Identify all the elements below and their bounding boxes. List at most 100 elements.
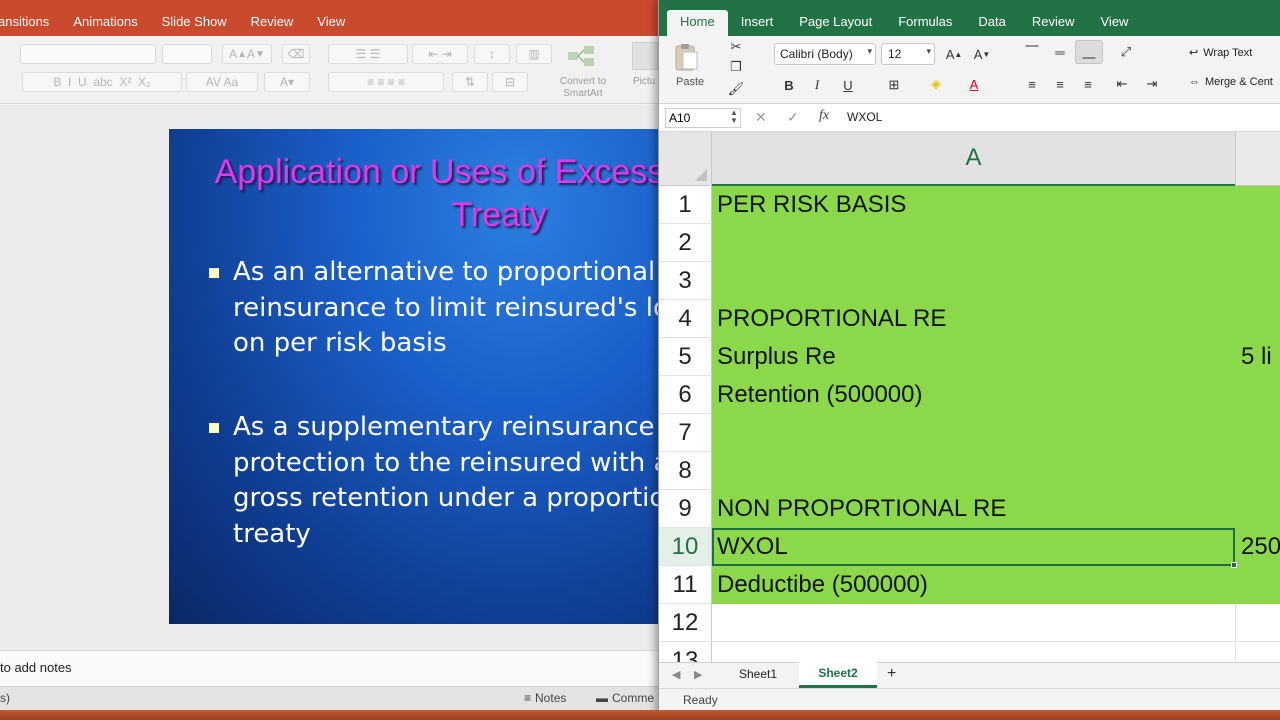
ppt-line-spacing-icon[interactable]: ↕ [474,44,510,64]
tab-view[interactable]: View [1088,10,1142,36]
picture-icon[interactable] [632,42,658,70]
sheet-tab-sheet2[interactable]: Sheet2 [799,662,877,688]
ppt-tab-review[interactable]: Review [251,14,308,29]
increase-indent-icon[interactable]: ⇥ [1141,74,1163,94]
row-header[interactable]: 5 [659,338,712,376]
sheet-nav-next-icon[interactable]: ▶ [694,668,702,681]
increase-font-icon[interactable]: A ▲ [943,44,965,64]
tab-formulas[interactable]: Formulas [885,10,965,36]
ppt-tab-view[interactable]: View [317,14,359,29]
notes-pane[interactable]: to add notes [0,650,660,686]
ppt-tab-animations[interactable]: Animations [73,14,151,29]
convert-to-smartart-button[interactable]: Convert to SmartArt [548,76,618,100]
row-header[interactable]: 1 [659,186,712,224]
cell-a3[interactable] [712,262,1235,300]
cell-b2[interactable] [1235,224,1280,262]
sheet-nav-prev-icon[interactable]: ◀ [672,668,680,681]
font-size-select[interactable]: 12 ▾ [881,43,935,65]
cell-b6[interactable] [1235,376,1280,414]
cell-a11[interactable]: Deductibe (500000) [712,566,1235,604]
ppt-align-text-icon[interactable]: ⊟ [492,72,528,92]
stepper-icon[interactable]: ▲ ▼ [730,109,738,125]
cell-b13[interactable] [1235,642,1280,662]
ppt-spacing-buttons[interactable]: AV Aa [186,72,258,92]
ppt-align-buttons[interactable]: ≡ ≡ ≡ ≡ [328,72,444,92]
tab-insert[interactable]: Insert [728,10,787,36]
cell-b5[interactable]: 5 li [1235,338,1280,376]
format-painter-icon[interactable]: 🖌 [725,80,747,98]
row-header[interactable]: 8 [659,452,712,490]
ppt-text-style-buttons[interactable]: B I U abc X² X₂ [22,72,182,92]
font-color-icon[interactable]: A [959,72,989,96]
cell-a9[interactable]: NON PROPORTIONAL RE [712,490,1235,528]
column-header-a[interactable]: A [712,132,1235,186]
row-header[interactable]: 11 [659,566,712,604]
cell-a1[interactable]: PER RISK BASIS [712,186,1235,224]
row-header[interactable]: 7 [659,414,712,452]
decrease-font-icon[interactable]: A ▼ [971,44,993,64]
sheet-tab-sheet1[interactable]: Sheet1 [723,663,793,688]
cell-b12[interactable] [1235,604,1280,642]
align-top-icon[interactable]: ⎺ [1021,42,1043,62]
copy-icon[interactable]: ❐ [725,58,747,76]
cell-a8[interactable] [712,452,1235,490]
ppt-bullets-buttons[interactable]: ☰ ☰ [328,44,408,64]
cancel-icon[interactable]: ✕ [755,109,767,126]
tab-data[interactable]: Data [965,10,1018,36]
cell-a5[interactable]: Surplus Re [712,338,1235,376]
cut-icon[interactable]: ✂ [727,38,745,56]
spreadsheet-grid[interactable]: A 1 PER RISK BASIS 2 3 4 PROPORTIONAL RE 5 Surp… [659,132,1280,662]
wrap-text-button[interactable]: ↩ Wrap Text [1189,46,1252,60]
align-bottom-icon[interactable]: ⎽ [1075,40,1103,64]
row-header[interactable]: 4 [659,300,712,338]
cell-a6[interactable]: Retention (500000) [712,376,1235,414]
orientation-icon[interactable]: ⤢ [1111,42,1141,62]
insert-function-icon[interactable]: fx [819,108,829,124]
cell-b7[interactable] [1235,414,1280,452]
cell-a2[interactable] [712,224,1235,262]
smartart-icon[interactable] [566,44,596,68]
align-right-icon[interactable]: ≡ [1077,74,1099,94]
select-all-corner[interactable] [659,132,712,186]
underline-icon[interactable]: U [835,74,861,96]
cell-b10[interactable]: 250 [1235,528,1280,566]
row-header[interactable]: 13 [659,642,712,662]
cell-b3[interactable] [1235,262,1280,300]
enter-check-icon[interactable]: ✓ [787,109,799,126]
cell-a10[interactable]: WXOL [712,528,1235,566]
comments-button[interactable]: ▬ Comme [596,691,654,705]
cell-b11[interactable] [1235,566,1280,604]
cell-a12[interactable] [712,604,1235,642]
cell-a7[interactable] [712,414,1235,452]
ppt-indent-buttons[interactable]: ⇤ ⇥ [412,44,468,64]
fill-color-icon[interactable]: ◈ [921,72,951,96]
row-header[interactable]: 9 [659,490,712,528]
row-header[interactable]: 2 [659,224,712,262]
align-left-icon[interactable]: ≡ [1021,74,1043,94]
ppt-text-direction-icon[interactable]: ⇅ [452,72,488,92]
align-middle-icon[interactable]: ═ [1049,42,1071,62]
cell-b1[interactable] [1235,186,1280,224]
ppt-clear-format-icon[interactable]: ⌫ [282,44,310,64]
bold-icon[interactable]: B [779,74,799,96]
borders-icon[interactable]: ⊞ [879,74,909,96]
cell-a13[interactable] [712,642,1235,662]
italic-icon[interactable]: I [807,74,827,96]
slide[interactable]: Application or Uses of Excess of Loss Tr… [169,129,669,624]
formula-input[interactable]: WXOL [847,110,882,124]
row-header[interactable]: 3 [659,262,712,300]
align-center-icon[interactable]: ≡ [1049,74,1071,94]
ppt-font-color-icon[interactable]: A▾ [264,72,310,92]
ppt-columns-icon[interactable]: ▥ [516,44,552,64]
tab-review[interactable]: Review [1019,10,1088,36]
ppt-font-size-box[interactable] [162,44,212,64]
tab-home[interactable]: Home [667,10,728,36]
paste-icon[interactable] [671,42,701,72]
cell-b8[interactable] [1235,452,1280,490]
decrease-indent-icon[interactable]: ⇤ [1111,74,1133,94]
cell-b4[interactable] [1235,300,1280,338]
row-header[interactable]: 10 [659,528,712,566]
add-sheet-icon[interactable]: + [887,665,896,683]
fill-handle[interactable] [1231,562,1237,568]
cell-b9[interactable] [1235,490,1280,528]
